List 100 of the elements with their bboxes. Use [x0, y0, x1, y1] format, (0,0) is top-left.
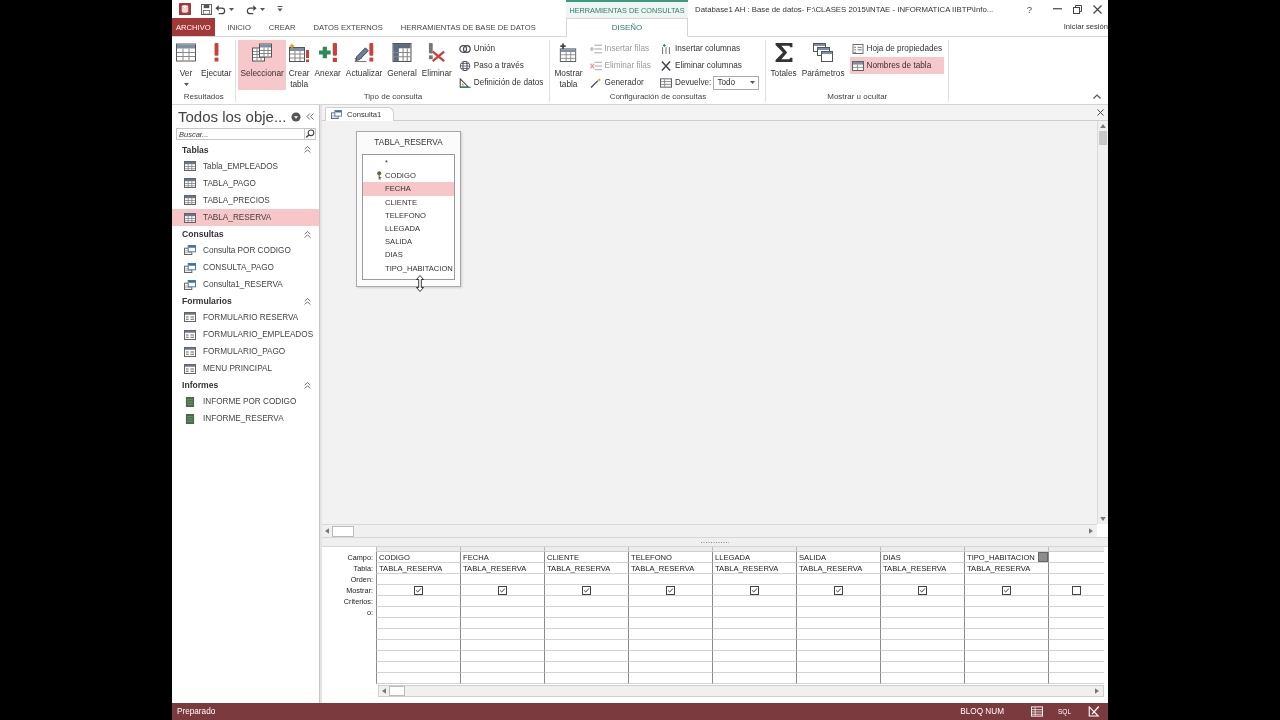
criteria-cell[interactable]	[628, 640, 712, 651]
dropdown-icon[interactable]	[291, 111, 301, 122]
sort-cell[interactable]	[712, 574, 796, 585]
criteria-cell[interactable]	[712, 629, 796, 640]
ribbon-button[interactable]: Anexar	[312, 40, 343, 90]
criteria-cell[interactable]	[544, 640, 628, 651]
ribbon-button[interactable]: Hoja de propiedades	[849, 40, 945, 57]
column-selector[interactable]	[712, 547, 796, 552]
criteria-cell[interactable]	[376, 651, 460, 662]
horizontal-scrollbar[interactable]	[378, 685, 1104, 697]
criteria-cell[interactable]	[460, 618, 544, 629]
ribbon-button[interactable]: General	[385, 40, 419, 90]
criteria-cell[interactable]	[460, 673, 544, 684]
nav-item[interactable]: Consulta1_RESERVA	[172, 276, 319, 294]
criteria-cell[interactable]	[376, 640, 460, 651]
checkbox[interactable]	[582, 585, 591, 595]
criteria-cell[interactable]	[964, 651, 1048, 662]
criteria-cell[interactable]	[376, 673, 460, 684]
criteria-cell[interactable]	[1048, 618, 1104, 629]
table-icon[interactable]	[1031, 706, 1043, 717]
table-cell[interactable]	[1048, 563, 1104, 574]
column-selector[interactable]	[964, 547, 1048, 552]
caret-down-icon[interactable]	[260, 7, 265, 11]
checkbox[interactable]	[414, 585, 423, 595]
group-header[interactable]: Formularios	[172, 293, 319, 309]
ribbon-button[interactable]: Eliminar	[419, 40, 454, 90]
nav-item[interactable]: FORMULARIO RESERVA	[172, 308, 319, 326]
ribbon-tab[interactable]: DISEÑO	[566, 18, 688, 37]
criteria-cell[interactable]	[880, 618, 964, 629]
criteria-cell[interactable]	[796, 618, 880, 629]
criteria-cell[interactable]	[544, 596, 628, 607]
criteria-cell[interactable]	[796, 662, 880, 673]
checkbox[interactable]	[1002, 585, 1011, 595]
criteria-cell[interactable]	[1048, 596, 1104, 607]
ribbon-button[interactable]: Ejecutar	[199, 40, 234, 90]
checkbox[interactable]	[498, 585, 507, 595]
criteria-cell[interactable]	[1048, 651, 1104, 662]
criteria-cell[interactable]	[628, 596, 712, 607]
close-icon[interactable]	[1097, 109, 1104, 116]
criteria-cell[interactable]	[964, 662, 1048, 673]
criteria-cell[interactable]	[880, 629, 964, 640]
criteria-cell[interactable]	[880, 607, 964, 618]
criteria-cell[interactable]	[880, 673, 964, 684]
criteria-cell[interactable]	[544, 607, 628, 618]
criteria-cell[interactable]	[880, 662, 964, 673]
criteria-cell[interactable]	[796, 651, 880, 662]
caret-left-icon[interactable]	[382, 688, 386, 694]
criteria-cell[interactable]	[712, 596, 796, 607]
set-square-icon[interactable]	[1088, 706, 1100, 717]
nav-item[interactable]: FORMULARIO_PAGO	[172, 343, 319, 361]
column-selector[interactable]	[376, 547, 460, 552]
ribbon-button[interactable]: Parámetros	[799, 40, 847, 90]
close-icon[interactable]	[1093, 4, 1102, 14]
caret-up-icon[interactable]	[1093, 94, 1101, 99]
criteria-cell[interactable]	[376, 618, 460, 629]
criteria-cell[interactable]	[628, 662, 712, 673]
caret-right-icon[interactable]	[1089, 528, 1093, 534]
column-selector[interactable]	[544, 547, 628, 552]
criteria-cell[interactable]	[460, 662, 544, 673]
group-header[interactable]: Informes	[172, 377, 319, 394]
criteria-cell[interactable]	[1048, 673, 1104, 684]
criteria-cell[interactable]	[796, 629, 880, 640]
group-header[interactable]: Consultas	[172, 226, 319, 242]
criteria-cell[interactable]	[460, 607, 544, 618]
column-selector[interactable]	[628, 547, 712, 552]
ribbon-button[interactable]: Crear tabla	[286, 40, 312, 90]
criteria-cell[interactable]	[796, 596, 880, 607]
field-cell[interactable]	[1048, 552, 1104, 563]
checkbox[interactable]	[1072, 585, 1081, 595]
criteria-cell[interactable]	[964, 640, 1048, 651]
redo-icon[interactable]	[246, 3, 257, 15]
double-chevron-left-icon[interactable]	[306, 113, 314, 120]
criteria-cell[interactable]	[964, 673, 1048, 684]
sort-cell[interactable]	[544, 574, 628, 585]
sort-cell[interactable]	[628, 574, 712, 585]
criteria-cell[interactable]	[376, 596, 460, 607]
minimize-icon[interactable]	[1053, 8, 1062, 10]
scroll-thumb[interactable]	[332, 525, 354, 537]
ribbon-button[interactable]: Nombres de tabla	[849, 57, 945, 74]
ribbon-button[interactable]: Insertar columnas	[657, 40, 762, 57]
sort-cell[interactable]	[796, 574, 880, 585]
criteria-cell[interactable]	[880, 596, 964, 607]
criteria-cell[interactable]	[376, 629, 460, 640]
criteria-cell[interactable]	[712, 607, 796, 618]
column-selector[interactable]	[796, 547, 880, 552]
returns-dropdown[interactable]: Todo	[713, 75, 760, 90]
help-button[interactable]: ?	[1026, 3, 1032, 15]
save-icon[interactable]	[201, 3, 212, 15]
nav-item[interactable]: TABLA_RESERVA	[172, 209, 319, 227]
criteria-cell[interactable]	[460, 629, 544, 640]
criteria-cell[interactable]	[460, 640, 544, 651]
vertical-scrollbar[interactable]	[1097, 121, 1108, 524]
column-selector[interactable]	[1048, 547, 1104, 552]
criteria-cell[interactable]	[544, 618, 628, 629]
ribbon-button[interactable]: Definición de datos	[456, 74, 546, 91]
caret-up-icon[interactable]	[1100, 124, 1106, 128]
criteria-cell[interactable]	[712, 673, 796, 684]
dropdown-button[interactable]	[1038, 552, 1048, 562]
scroll-thumb[interactable]	[389, 686, 405, 696]
criteria-cell[interactable]	[460, 651, 544, 662]
